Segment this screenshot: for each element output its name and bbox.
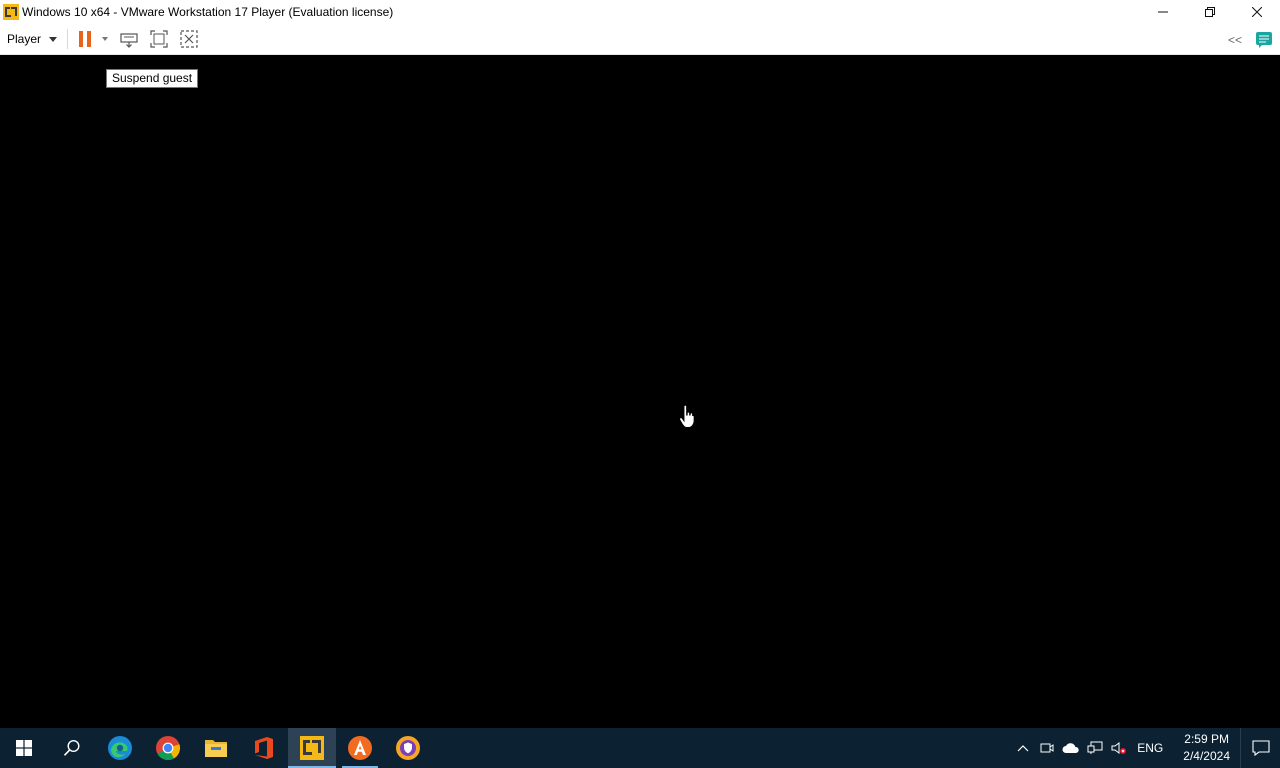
collapse-toolbar-button[interactable]: << — [1223, 33, 1247, 47]
office-icon — [255, 737, 273, 759]
folder-icon — [205, 740, 227, 757]
notification-icon — [1251, 740, 1270, 757]
taskbar-office[interactable] — [240, 728, 288, 768]
search-icon — [63, 739, 80, 756]
input-language-indicator[interactable]: ENG — [1131, 741, 1173, 755]
full-screen-button[interactable] — [146, 26, 172, 52]
clock-date: 2/4/2024 — [1183, 749, 1230, 763]
unity-button[interactable] — [176, 26, 202, 52]
taskbar-avast-secure-browser[interactable] — [384, 728, 432, 768]
chevron-up-icon — [1017, 745, 1029, 752]
tooltip-suspend-guest: Suspend guest — [106, 69, 199, 88]
minimize-button[interactable] — [1139, 0, 1186, 24]
toolbar-right: << — [1223, 24, 1280, 55]
window-title: Windows 10 x64 - VMware Workstation 17 P… — [22, 5, 394, 19]
secure-browser-icon — [396, 736, 420, 760]
action-center-button[interactable] — [1240, 728, 1280, 768]
edge-icon — [108, 736, 132, 760]
unity-icon — [180, 30, 198, 48]
full-screen-icon — [150, 30, 168, 48]
send-ctrl-alt-del-button[interactable] — [116, 26, 142, 52]
taskbar-chrome[interactable] — [144, 728, 192, 768]
message-log-icon — [1256, 31, 1272, 48]
network-icon — [1087, 741, 1103, 754]
search-button[interactable] — [48, 728, 96, 768]
close-icon — [1251, 7, 1262, 17]
windows-logo-icon — [16, 740, 32, 756]
restore-icon — [1204, 7, 1215, 17]
close-button[interactable] — [1233, 0, 1280, 24]
hand-cursor-icon — [679, 405, 695, 428]
taskbar-file-explorer[interactable] — [192, 728, 240, 768]
chevron-down-icon — [49, 36, 58, 42]
power-options-dropdown[interactable] — [98, 26, 112, 52]
camera-icon — [1040, 743, 1054, 753]
taskbar-vmware-player[interactable] — [288, 728, 336, 768]
start-button[interactable] — [0, 728, 48, 768]
window-controls — [1139, 0, 1280, 24]
guest-display[interactable] — [0, 56, 1280, 728]
tray-meet-now[interactable] — [1035, 728, 1059, 768]
clock-time: 2:59 PM — [1184, 732, 1229, 746]
tray-volume[interactable] — [1107, 728, 1131, 768]
player-toolbar: Player << — [0, 24, 1280, 55]
suspend-guest-button[interactable] — [72, 26, 98, 52]
vmware-icon — [300, 736, 324, 760]
send-ctrl-alt-del-icon — [120, 33, 138, 48]
show-hidden-icons-button[interactable] — [1011, 728, 1035, 768]
tray-network[interactable] — [1083, 728, 1107, 768]
taskbar: ENG 2:59 PM 2/4/2024 — [0, 728, 1280, 768]
desktop: Windows 10 x64 - VMware Workstation 17 P… — [0, 0, 1280, 768]
tray-onedrive[interactable] — [1059, 728, 1083, 768]
player-menu-label: Player — [7, 32, 42, 46]
taskbar-clock[interactable]: 2:59 PM 2/4/2024 — [1173, 731, 1240, 765]
message-log-button[interactable] — [1251, 27, 1277, 53]
minimize-icon — [1157, 11, 1168, 13]
cloud-icon — [1062, 743, 1079, 753]
pause-icon — [79, 31, 92, 47]
taskbar-avast[interactable] — [336, 728, 384, 768]
chevron-down-icon — [102, 37, 109, 41]
volume-muted-icon — [1111, 742, 1127, 754]
vmware-app-icon — [3, 4, 19, 20]
title-bar: Windows 10 x64 - VMware Workstation 17 P… — [0, 0, 1280, 24]
avast-icon — [348, 736, 372, 760]
restore-button[interactable] — [1186, 0, 1233, 24]
player-menu-button[interactable]: Player — [0, 24, 63, 55]
toolbar-divider — [67, 29, 69, 49]
system-tray: ENG 2:59 PM 2/4/2024 — [1011, 728, 1280, 768]
chrome-icon — [156, 736, 181, 761]
taskbar-edge[interactable] — [96, 728, 144, 768]
